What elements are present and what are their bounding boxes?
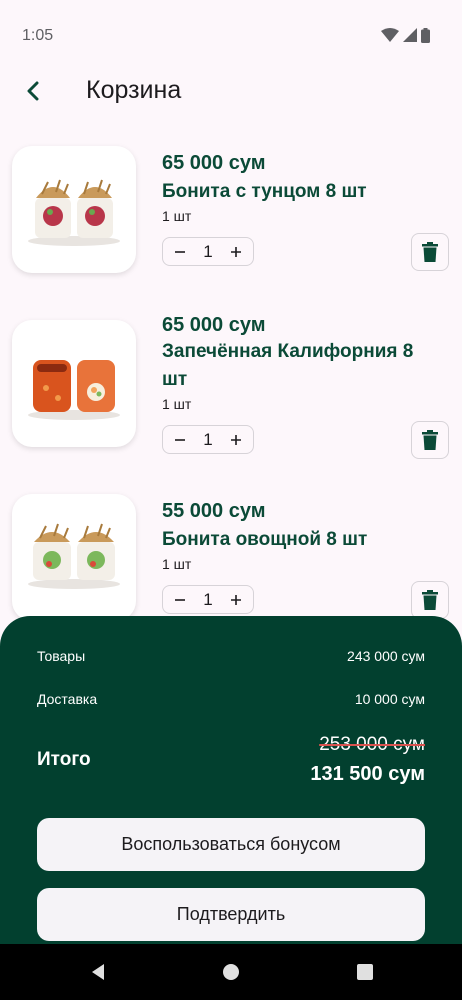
delete-button[interactable] [411,233,449,271]
status-icons [381,27,430,43]
order-summary: Товары 243 000 сум Доставка 10 000 сум И… [0,616,462,944]
item-name: Запечённая Калифорния 8 шт [162,341,414,390]
trash-icon [422,590,438,610]
delete-button[interactable] [411,581,449,619]
delete-button[interactable] [411,421,449,459]
system-nav-bar [0,944,462,1000]
back-button[interactable] [20,78,46,104]
item-unit: 1 шт [162,208,192,224]
item-price: 65 000 сум [162,152,266,174]
quantity-stepper: 1 [162,585,254,614]
goods-row: Товары 243 000 сум [37,648,425,664]
back-triangle-icon[interactable] [88,962,108,982]
decrease-button[interactable] [171,591,189,609]
trash-icon [422,242,438,262]
cart-item: 65 000 сум Бонита с тунцом 8 шт 1 шт 1 [0,146,462,286]
plus-icon [231,246,241,257]
recents-square-icon[interactable] [355,962,375,982]
product-image[interactable] [12,494,136,621]
delivery-row: Доставка 10 000 сум [37,691,425,707]
quantity-value: 1 [203,589,213,609]
increase-button[interactable] [227,431,245,449]
plus-icon [231,434,241,445]
app-bar: Корзина [0,72,462,110]
battery-icon [421,27,430,43]
cart-item: 55 000 сум Бонита овощной 8 шт 1 шт 1 [0,494,462,634]
decrease-button[interactable] [171,243,189,261]
item-unit: 1 шт [162,396,192,412]
item-name: Бонита овощной 8 шт [162,529,368,550]
goods-label: Товары [37,648,86,664]
old-total: 253 000 сум [319,734,425,755]
quantity-value: 1 [203,241,213,261]
new-total: 131 500 сум [310,763,425,785]
confirm-button[interactable]: Подтвердить [37,888,425,941]
page-title: Корзина [86,76,182,104]
wifi-icon [381,28,399,42]
plus-icon [231,594,241,605]
minus-icon [175,598,185,601]
product-image[interactable] [12,146,136,273]
decrease-button[interactable] [171,431,189,449]
status-time: 1:05 [22,27,54,44]
trash-icon [422,430,438,450]
minus-icon [175,438,185,441]
home-circle-icon[interactable] [221,962,241,982]
item-price: 55 000 сум [162,500,266,522]
item-name: Бонита с тунцом 8 шт [162,181,367,202]
chevron-left-icon [27,81,39,101]
delivery-label: Доставка [37,691,98,707]
goods-value: 243 000 сум [347,648,425,664]
status-bar: 1:05 [0,0,462,72]
use-bonus-button[interactable]: Воспользоваться бонусом [37,818,425,871]
item-price: 65 000 сум [162,314,266,336]
delivery-value: 10 000 сум [354,691,425,707]
quantity-stepper: 1 [162,237,254,266]
increase-button[interactable] [227,243,245,261]
item-unit: 1 шт [162,556,192,572]
increase-button[interactable] [227,591,245,609]
minus-icon [175,250,185,253]
total-label: Итого [37,749,91,770]
cart-item: 65 000 сум Запечённая Калифорния 8 шт 1 … [0,314,462,460]
signal-icon [403,28,417,42]
quantity-value: 1 [203,429,213,449]
product-image[interactable] [12,320,136,447]
quantity-stepper: 1 [162,425,254,454]
